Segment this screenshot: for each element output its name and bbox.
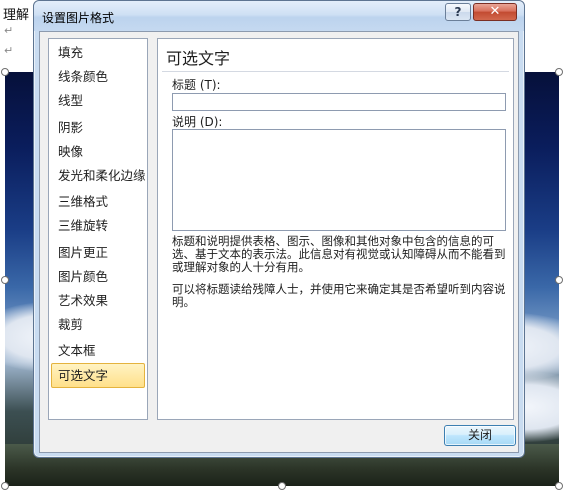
- category-item-3d-format[interactable]: 三维格式: [49, 190, 147, 214]
- dialog-body: 填充 线条颜色 线型 阴影 映像 发光和柔化边缘 三维格式 三维旋转 图片更正 …: [39, 31, 519, 453]
- title-input[interactable]: [172, 93, 506, 111]
- alt-text-panel: 可选文字 标题 (T): 说明 (D): 标题和说明提供表格、图示、图像和其他对…: [157, 38, 514, 420]
- help-text-paragraph: 标题和说明提供表格、图示、图像和其他对象中包含的信息的可选、基于文本的表示法。此…: [172, 234, 506, 274]
- resize-handle[interactable]: [1, 482, 9, 490]
- category-item-crop[interactable]: 裁剪: [49, 313, 147, 337]
- dialog-titlebar[interactable]: 设置图片格式 ? ✕: [34, 1, 524, 31]
- category-item-3d-rotation[interactable]: 三维旋转: [49, 214, 147, 238]
- category-item-picture-corrections[interactable]: 图片更正: [49, 241, 147, 265]
- document-text: 理解: [3, 8, 30, 23]
- dialog-title: 设置图片格式: [42, 11, 115, 25]
- description-input[interactable]: [172, 129, 506, 231]
- help-text-paragraph: 可以将标题读给残障人士，并使用它来确定其是否希望听到内容说明。: [172, 282, 506, 309]
- close-icon: ✕: [489, 4, 501, 19]
- category-item-glow-soft-edges[interactable]: 发光和柔化边缘: [49, 164, 147, 188]
- heading-divider: [162, 71, 509, 72]
- paragraph-mark: ↵: [4, 44, 14, 57]
- category-item-line-style[interactable]: 线型: [49, 89, 147, 113]
- paragraph-mark: ↵: [4, 24, 14, 37]
- category-item-artistic-effects[interactable]: 艺术效果: [49, 289, 147, 313]
- resize-handle[interactable]: [278, 482, 286, 490]
- resize-handle[interactable]: [555, 68, 563, 76]
- category-item-picture-color[interactable]: 图片颜色: [49, 265, 147, 289]
- description-label: 说明 (D):: [172, 115, 223, 129]
- category-item-fill[interactable]: 填充: [49, 41, 147, 65]
- resize-handle[interactable]: [1, 68, 9, 76]
- format-picture-dialog: 设置图片格式 ? ✕ 填充 线条颜色 线型 阴影 映像 发光和柔化边缘 三维格式…: [33, 0, 525, 458]
- category-item-reflection[interactable]: 映像: [49, 140, 147, 164]
- category-item-line-color[interactable]: 线条颜色: [49, 65, 147, 89]
- resize-handle[interactable]: [555, 482, 563, 490]
- close-window-button[interactable]: ✕: [473, 3, 517, 21]
- resize-handle[interactable]: [1, 276, 9, 284]
- resize-handle[interactable]: [555, 276, 563, 284]
- close-button[interactable]: 关闭: [444, 425, 516, 446]
- help-button[interactable]: ?: [445, 3, 471, 21]
- category-item-text-box[interactable]: 文本框: [49, 339, 147, 363]
- category-item-alt-text[interactable]: 可选文字: [51, 363, 145, 388]
- panel-heading: 可选文字: [166, 49, 231, 68]
- category-list: 填充 线条颜色 线型 阴影 映像 发光和柔化边缘 三维格式 三维旋转 图片更正 …: [48, 38, 148, 420]
- title-label: 标题 (T):: [172, 78, 221, 92]
- category-item-shadow[interactable]: 阴影: [49, 116, 147, 140]
